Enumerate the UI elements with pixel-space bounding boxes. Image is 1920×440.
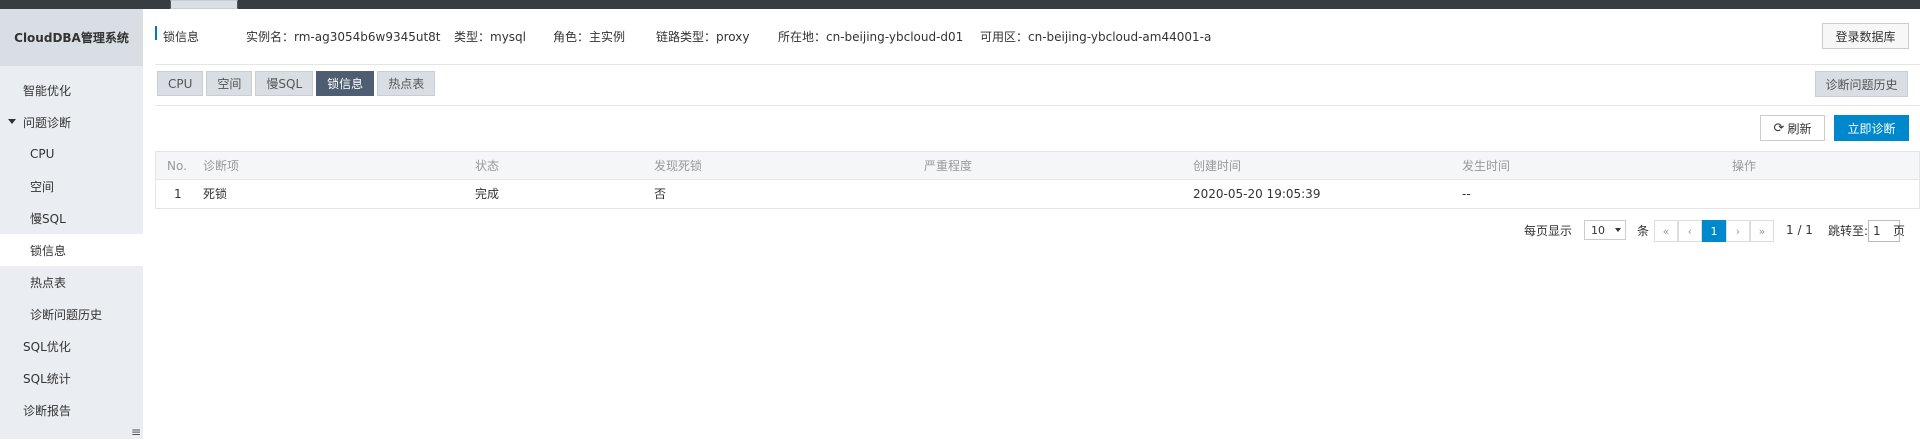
column-header: 发现死锁 bbox=[654, 159, 703, 173]
column-header: 状态 bbox=[475, 159, 500, 173]
sidebar-item-slow-sql[interactable]: 慢SQL bbox=[0, 202, 143, 234]
sidebar-item-diagnosis-report[interactable]: 诊断报告 bbox=[0, 394, 143, 426]
section-label: 锁信息 bbox=[163, 30, 200, 44]
instance-name: 实例名：rm-ag3054b6w9345ut8t bbox=[246, 30, 441, 44]
sidebar-item-sql-optimize[interactable]: SQL优化 bbox=[0, 330, 143, 362]
login-database-button[interactable]: 登录数据库 bbox=[1822, 23, 1909, 49]
sidebar-item-smart-optimize[interactable]: 智能优化 bbox=[0, 74, 143, 106]
column-header: 发生时间 bbox=[1462, 159, 1511, 173]
tab-hot-tables[interactable]: 热点表 bbox=[377, 71, 436, 96]
tab-bar: CPU 空间 慢SQL 锁信息 热点表 bbox=[157, 71, 436, 96]
table-cell: 死锁 bbox=[203, 187, 228, 201]
current-page-button[interactable]: 1 bbox=[1702, 220, 1726, 242]
info-bar bbox=[155, 22, 163, 44]
diagnose-now-button[interactable]: 立即诊断 bbox=[1834, 115, 1909, 141]
column-header: 创建时间 bbox=[1193, 159, 1242, 173]
tab-cpu[interactable]: CPU bbox=[157, 71, 204, 96]
tab-space[interactable]: 空间 bbox=[206, 71, 253, 96]
sidebar: CloudDBA管理系统 智能优化 问题诊断 CPU 空间 慢SQL 锁信息 热… bbox=[0, 9, 143, 439]
sidebar-item-label: 锁信息 bbox=[30, 243, 67, 258]
sidebar-item-label: 慢SQL bbox=[30, 211, 66, 226]
divider bbox=[155, 64, 1920, 65]
next-page-button[interactable]: › bbox=[1726, 220, 1750, 242]
per-page-label: 每页显示 bbox=[1524, 223, 1573, 238]
sidebar-item-label: 诊断问题历史 bbox=[30, 307, 103, 322]
link-type: 链路类型：proxy bbox=[656, 30, 750, 44]
sidebar-item-label: 诊断报告 bbox=[23, 403, 72, 418]
db-type: 类型：mysql bbox=[454, 30, 526, 44]
column-header: 严重程度 bbox=[924, 159, 973, 173]
page-unit: 页 bbox=[1893, 223, 1906, 238]
tab-slow-sql[interactable]: 慢SQL bbox=[255, 71, 314, 96]
sidebar-item-label: 问题诊断 bbox=[23, 115, 72, 130]
sidebar-item-label: 空间 bbox=[30, 179, 55, 194]
per-page-unit: 条 bbox=[1637, 223, 1650, 238]
main-content: 锁信息 实例名：rm-ag3054b6w9345ut8t 类型：mysql 角色… bbox=[143, 9, 1920, 439]
sidebar-item-label: SQL优化 bbox=[23, 339, 71, 354]
sidebar-item-diagnosis-history[interactable]: 诊断问题历史 bbox=[0, 298, 143, 330]
location: 所在地：cn-beijing-ybcloud-d01 bbox=[778, 30, 964, 44]
refresh-label: 刷新 bbox=[1787, 121, 1812, 136]
prev-page-button[interactable]: ‹ bbox=[1678, 220, 1702, 242]
table-cell: 完成 bbox=[475, 187, 500, 201]
column-header: 诊断项 bbox=[203, 159, 240, 173]
instance-role: 角色：主实例 bbox=[553, 30, 626, 44]
sidebar-item-cpu[interactable]: CPU bbox=[0, 138, 143, 170]
column-header: 操作 bbox=[1732, 159, 1757, 173]
refresh-icon: ⟳ bbox=[1773, 120, 1785, 136]
sidebar-item-sql-stats[interactable]: SQL统计 bbox=[0, 362, 143, 394]
table-cell: 否 bbox=[654, 187, 667, 201]
sidebar-item-diagnosis[interactable]: 问题诊断 bbox=[0, 106, 143, 138]
sidebar-item-label: CPU bbox=[30, 147, 55, 161]
sidebar-item-label: SQL统计 bbox=[23, 371, 71, 386]
sidebar-item-lock-info[interactable]: 锁信息 bbox=[0, 234, 143, 266]
sidebar-item-space[interactable]: 空间 bbox=[0, 170, 143, 202]
table-cell: -- bbox=[1462, 187, 1471, 201]
availability-zone: 可用区：cn-beijing-ybcloud-am44001-a bbox=[980, 30, 1212, 44]
top-bar bbox=[0, 0, 1920, 9]
per-page-select[interactable]: 10 bbox=[1584, 220, 1626, 240]
divider bbox=[155, 105, 1920, 106]
table-cell: 2020-05-20 19:05:39 bbox=[1193, 187, 1321, 201]
first-page-button[interactable]: « bbox=[1654, 220, 1678, 242]
diagnosis-table: No. 诊断项 状态 发现死锁 严重程度 创建时间 发生时间 操作 1 死锁 完… bbox=[155, 151, 1920, 209]
sidebar-collapse-icon[interactable]: ≡ bbox=[131, 424, 143, 440]
top-bar-tab[interactable] bbox=[170, 0, 238, 9]
sidebar-item-hot-tables[interactable]: 热点表 bbox=[0, 266, 143, 298]
column-header: No. bbox=[167, 159, 187, 173]
last-page-button[interactable]: » bbox=[1750, 220, 1774, 242]
page-info: 1 / 1 bbox=[1786, 223, 1813, 237]
tab-lock-info[interactable]: 锁信息 bbox=[316, 71, 375, 96]
table-header: No. 诊断项 状态 发现死锁 严重程度 创建时间 发生时间 操作 bbox=[156, 152, 1919, 180]
chevron-down-icon bbox=[1615, 228, 1621, 232]
refresh-button[interactable]: ⟳ 刷新 bbox=[1760, 115, 1825, 141]
jump-label: 跳转至: bbox=[1828, 223, 1869, 238]
table-row: 1 死锁 完成 否 2020-05-20 19:05:39 -- bbox=[156, 180, 1919, 208]
diagnosis-history-button[interactable]: 诊断问题历史 bbox=[1815, 71, 1908, 97]
sidebar-item-label: 热点表 bbox=[30, 275, 67, 290]
table-cell: 1 bbox=[174, 187, 182, 201]
sidebar-item-label: 智能优化 bbox=[23, 83, 72, 98]
per-page-value: 10 bbox=[1591, 223, 1605, 237]
caret-down-icon bbox=[8, 119, 16, 124]
section-marker bbox=[155, 26, 157, 40]
app-title: CloudDBA管理系统 bbox=[0, 9, 143, 66]
